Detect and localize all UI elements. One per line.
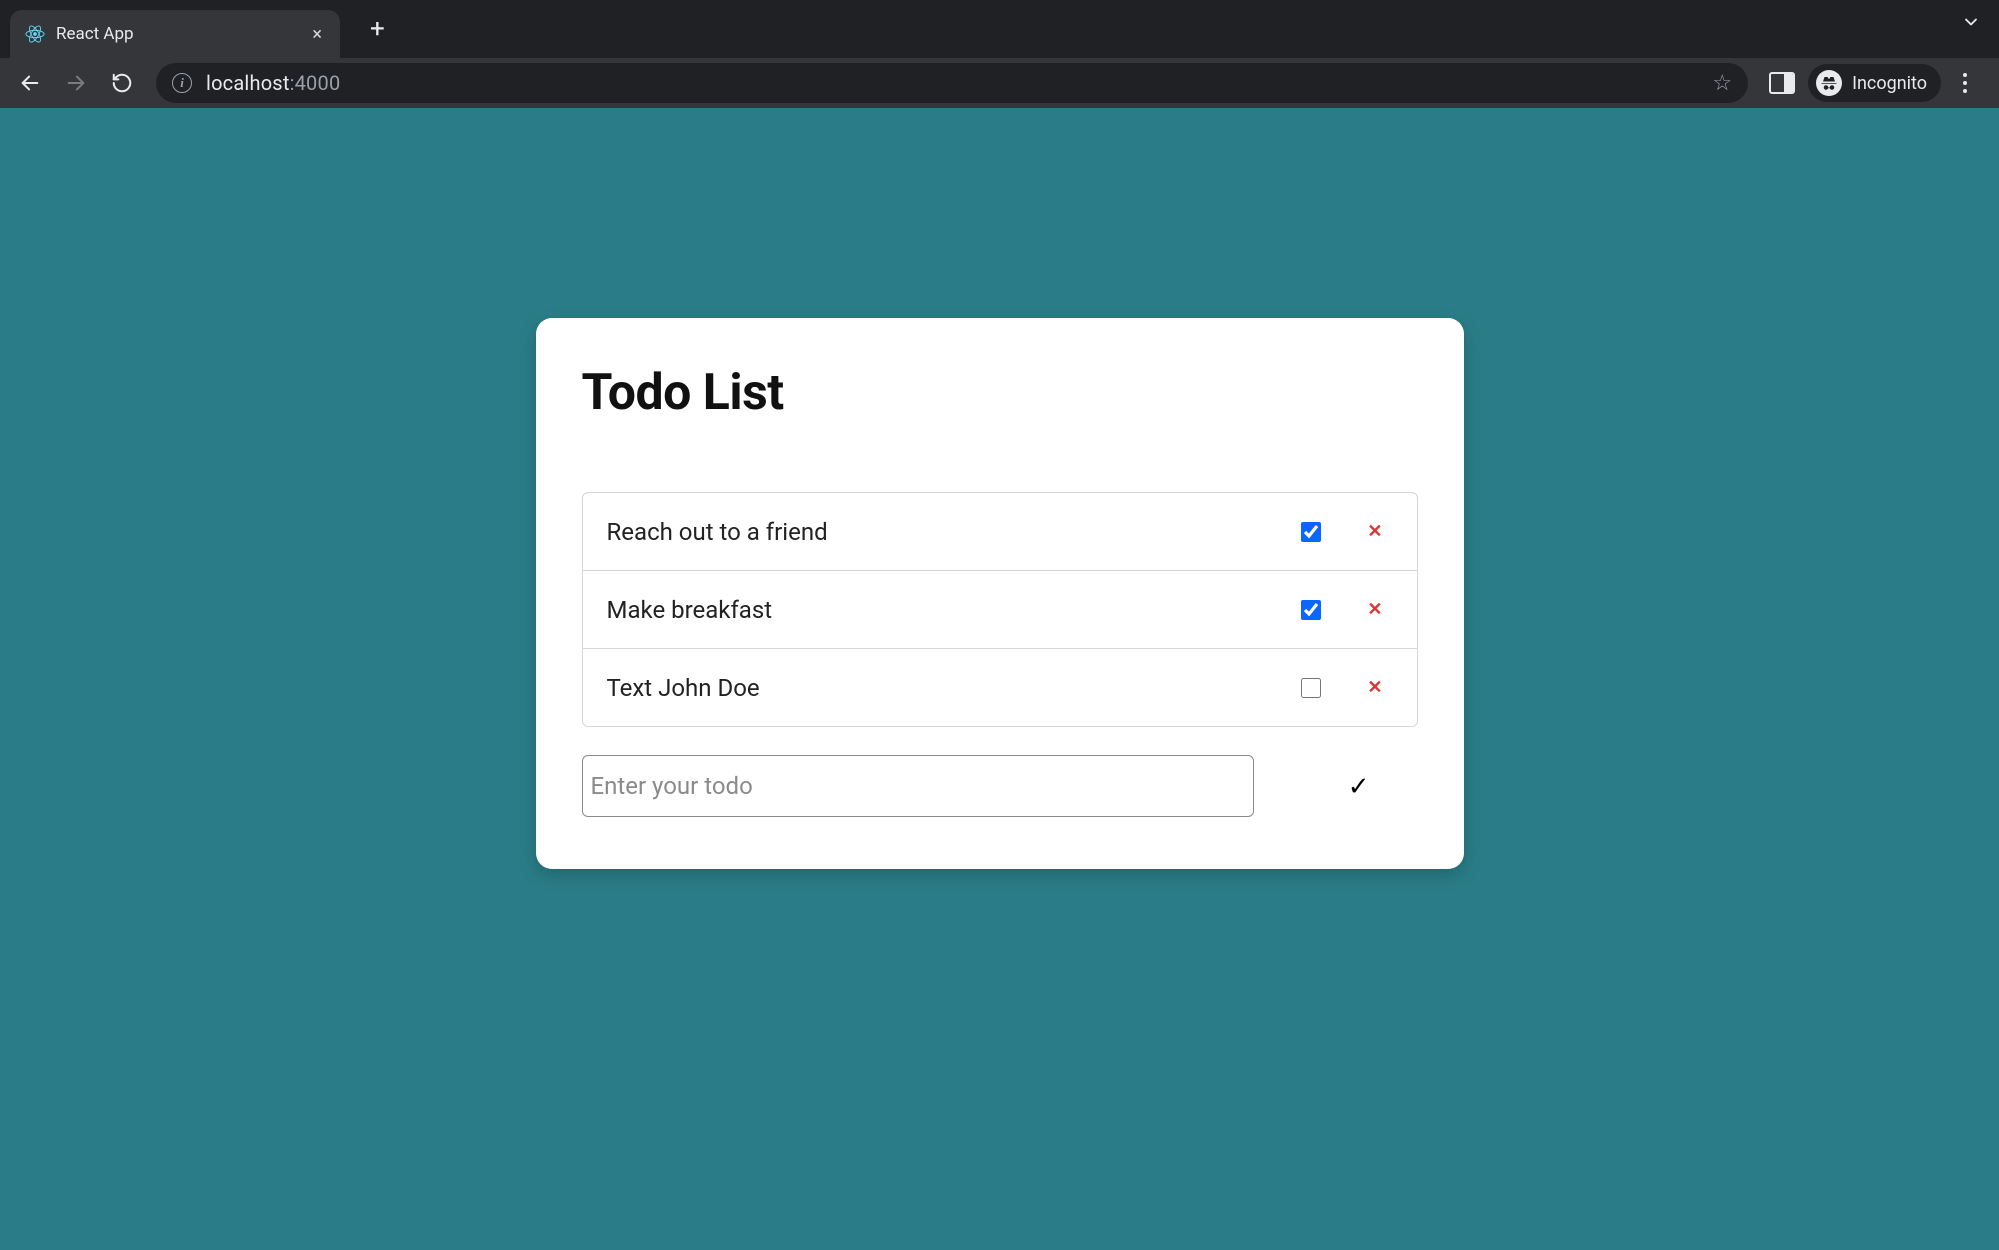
add-todo-row: ✓ bbox=[582, 755, 1418, 817]
side-panel-button[interactable] bbox=[1762, 63, 1802, 103]
side-panel-icon bbox=[1769, 72, 1795, 94]
todo-card: Todo List Reach out to a friend✕Make bre… bbox=[536, 318, 1464, 869]
browser-menu-button[interactable] bbox=[1947, 63, 1983, 103]
todo-row: Make breakfast ✕ bbox=[583, 571, 1417, 649]
todo-text: Reach out to a friend bbox=[607, 518, 1302, 546]
delete-todo-button[interactable]: ✕ bbox=[1357, 673, 1392, 702]
todo-text: Make breakfast bbox=[607, 596, 1302, 624]
delete-todo-button[interactable]: ✕ bbox=[1357, 595, 1392, 624]
back-button[interactable] bbox=[10, 63, 50, 103]
delete-todo-button[interactable]: ✕ bbox=[1357, 517, 1392, 546]
react-favicon-icon bbox=[24, 23, 46, 45]
incognito-badge[interactable]: Incognito bbox=[1808, 64, 1941, 102]
site-info-icon[interactable]: i bbox=[172, 73, 192, 93]
todo-text: Text John Doe bbox=[607, 674, 1302, 702]
browser-tab-strip: React App × + bbox=[0, 0, 1999, 58]
incognito-label: Incognito bbox=[1852, 73, 1927, 94]
submit-todo-button[interactable]: ✓ bbox=[1340, 763, 1378, 810]
page-title: Todo List bbox=[582, 364, 1418, 422]
todo-checkbox[interactable] bbox=[1301, 600, 1321, 620]
todo-checkbox[interactable] bbox=[1301, 522, 1321, 542]
new-todo-input[interactable] bbox=[582, 755, 1254, 817]
todo-row: Text John Doe ✕ bbox=[583, 649, 1417, 726]
address-bar[interactable]: i localhost:4000 ☆ bbox=[156, 63, 1748, 103]
incognito-icon bbox=[1816, 70, 1842, 96]
page-viewport: Todo List Reach out to a friend✕Make bre… bbox=[0, 108, 1999, 1250]
new-tab-button[interactable]: + bbox=[360, 10, 395, 48]
tab-title: React App bbox=[56, 24, 298, 44]
reload-button[interactable] bbox=[102, 63, 142, 103]
browser-tab[interactable]: React App × bbox=[10, 10, 340, 58]
todo-row: Reach out to a friend ✕ bbox=[583, 493, 1417, 571]
todo-checkbox[interactable] bbox=[1301, 678, 1321, 698]
browser-toolbar: i localhost:4000 ☆ Incognito bbox=[0, 58, 1999, 108]
tabs-chevron-down-icon[interactable] bbox=[1961, 12, 1981, 32]
url-text: localhost:4000 bbox=[206, 71, 340, 95]
todo-list: Reach out to a friend✕Make breakfast✕Tex… bbox=[582, 492, 1418, 727]
bookmark-star-icon[interactable]: ☆ bbox=[1712, 71, 1732, 96]
close-tab-button[interactable]: × bbox=[308, 24, 326, 45]
forward-button[interactable] bbox=[56, 63, 96, 103]
